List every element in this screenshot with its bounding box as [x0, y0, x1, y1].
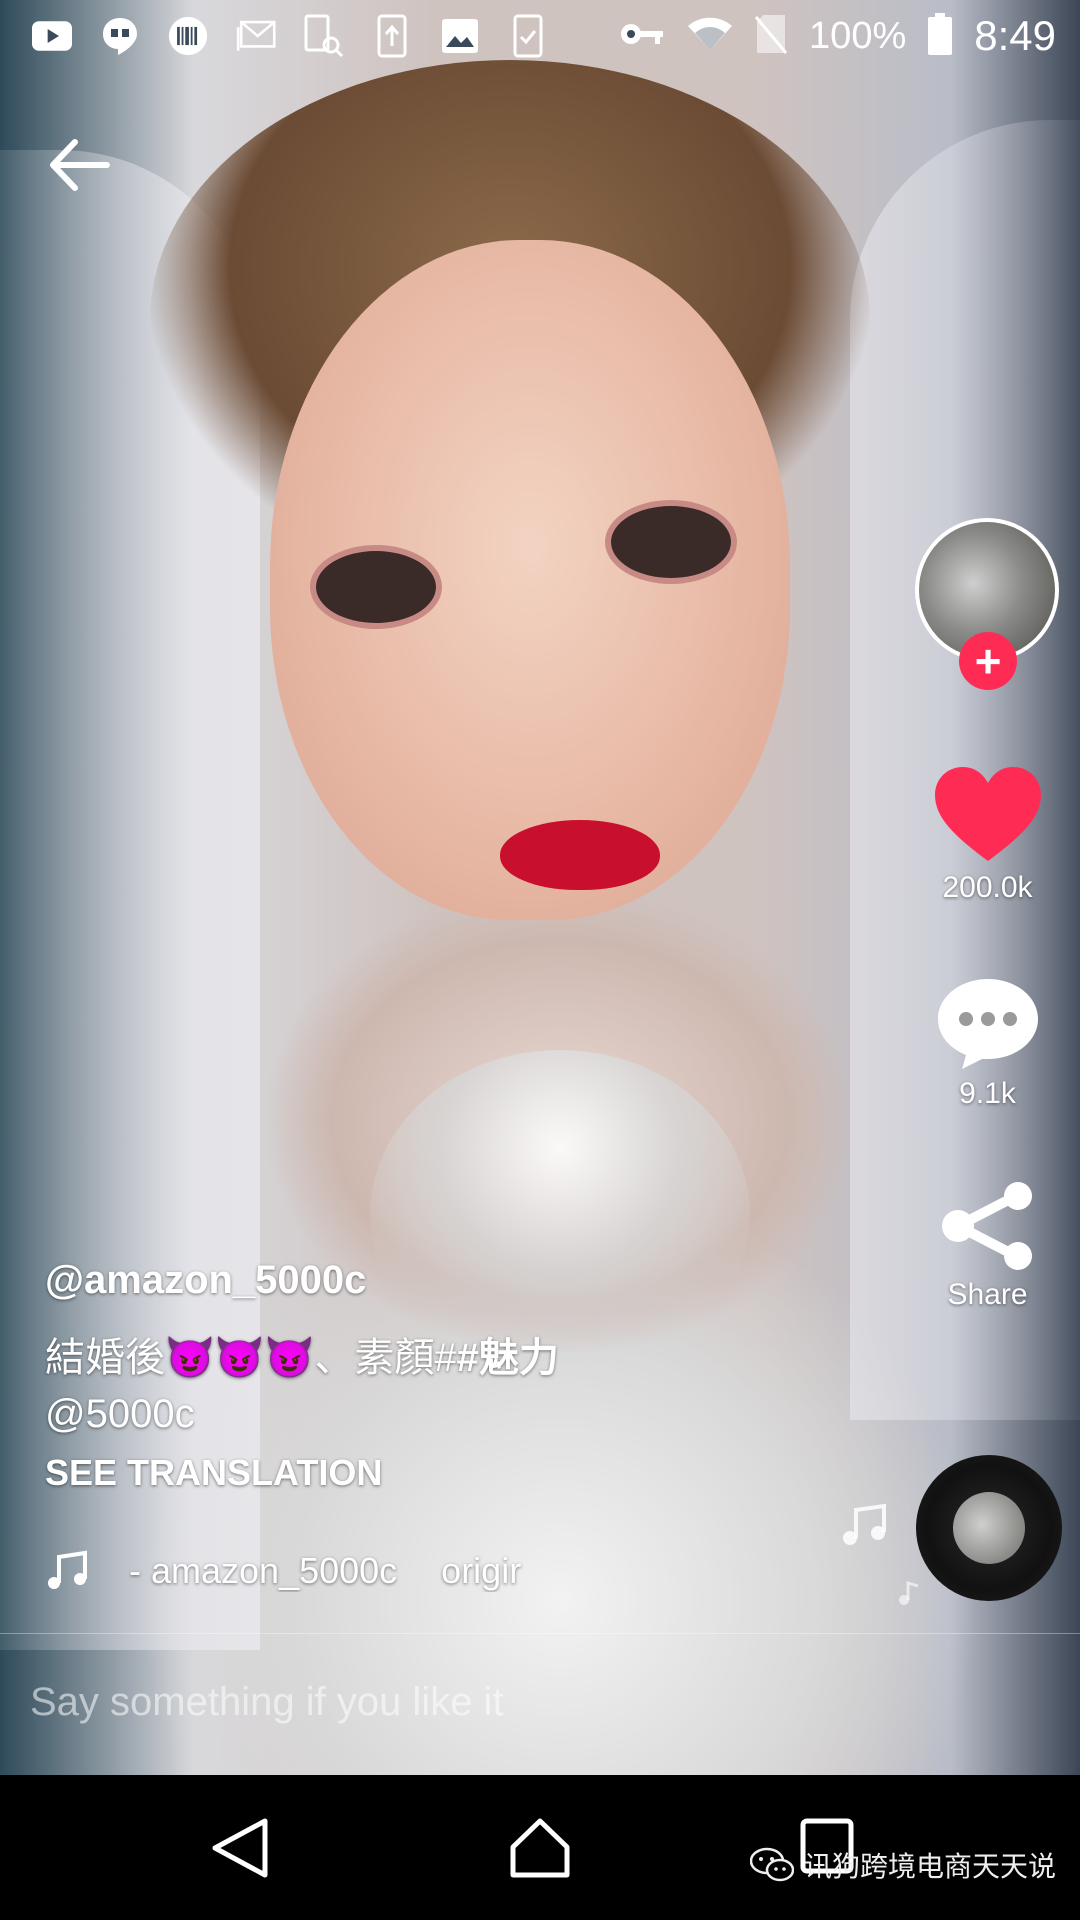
author-handle[interactable]: @amazon_5000c: [45, 1258, 366, 1303]
mention-link[interactable]: @5000c: [45, 1392, 195, 1436]
sim-search-icon: [304, 14, 344, 58]
wechat-icon: [750, 1847, 794, 1882]
nav-back-icon[interactable]: [205, 1813, 275, 1883]
youtube-icon: [32, 16, 72, 56]
upload-icon: [372, 14, 412, 58]
battery-percent: 100%: [809, 14, 907, 57]
floating-music-note-icon: [899, 1580, 919, 1605]
comment-count: 9.1k: [959, 1077, 1016, 1110]
system-status: 100% 8:49: [619, 0, 1056, 72]
watermark: 讯狗跨境电商天天说: [750, 1845, 1056, 1885]
gmail-icon: [236, 16, 276, 56]
comment-button[interactable]: 9.1k: [905, 975, 1070, 1111]
music-title: origir: [441, 1550, 522, 1591]
music-disc-button[interactable]: [916, 1455, 1062, 1601]
barcode-icon: [168, 16, 208, 56]
see-translation-button[interactable]: SEE TRANSLATION: [45, 1452, 382, 1494]
like-button[interactable]: 200.0k: [905, 765, 1070, 905]
music-note-icon: [48, 1550, 87, 1589]
video-caption: 結婚後😈😈😈、素顏##魅力 @5000c: [45, 1330, 665, 1442]
battery-icon: [928, 12, 953, 60]
wifi-icon: [687, 16, 733, 57]
music-cover: [953, 1492, 1025, 1564]
caption-emojis: 😈😈😈: [165, 1336, 315, 1380]
heart-icon: [934, 767, 1041, 861]
creator-avatar-group: +: [915, 518, 1059, 690]
comment-input[interactable]: Say something if you like it: [30, 1680, 504, 1725]
image-icon: [440, 16, 480, 56]
music-marquee: - amazon_5000c origir: [129, 1550, 579, 1592]
caption-text: 、素顏#: [314, 1336, 457, 1380]
clock: 8:49: [974, 12, 1056, 59]
nav-home-icon[interactable]: [505, 1813, 575, 1883]
caption-text: 結婚後: [45, 1336, 165, 1380]
comment-bubble-icon: [937, 979, 1038, 1069]
key-icon: [619, 21, 665, 52]
watermark-text: 讯狗跨境电商天天说: [804, 1851, 1057, 1882]
plus-icon: +: [974, 635, 1002, 687]
like-count: 200.0k: [942, 871, 1033, 904]
share-icon: [941, 1182, 1032, 1270]
floating-music-note-icon: [843, 1503, 886, 1545]
hashtag-link[interactable]: #魅力: [457, 1336, 559, 1380]
divider: [0, 1633, 1080, 1634]
share-label: Share: [947, 1278, 1028, 1311]
music-info[interactable]: - amazon_5000c origir: [45, 1546, 579, 1596]
no-sim-icon: [754, 13, 788, 60]
hangouts-icon: [100, 16, 140, 56]
back-arrow-icon: [50, 139, 110, 191]
status-bar: 100% 8:49: [0, 0, 1080, 72]
music-author: - amazon_5000c: [129, 1550, 398, 1591]
clipboard-check-icon: [508, 14, 548, 58]
share-button[interactable]: Share: [905, 1180, 1070, 1312]
notification-icons: [0, 14, 548, 58]
video-frame-lips: [500, 820, 660, 890]
follow-button[interactable]: +: [959, 632, 1017, 690]
back-button[interactable]: [45, 130, 115, 200]
video-frame-eye: [310, 545, 442, 629]
video-frame-eye: [605, 500, 737, 584]
